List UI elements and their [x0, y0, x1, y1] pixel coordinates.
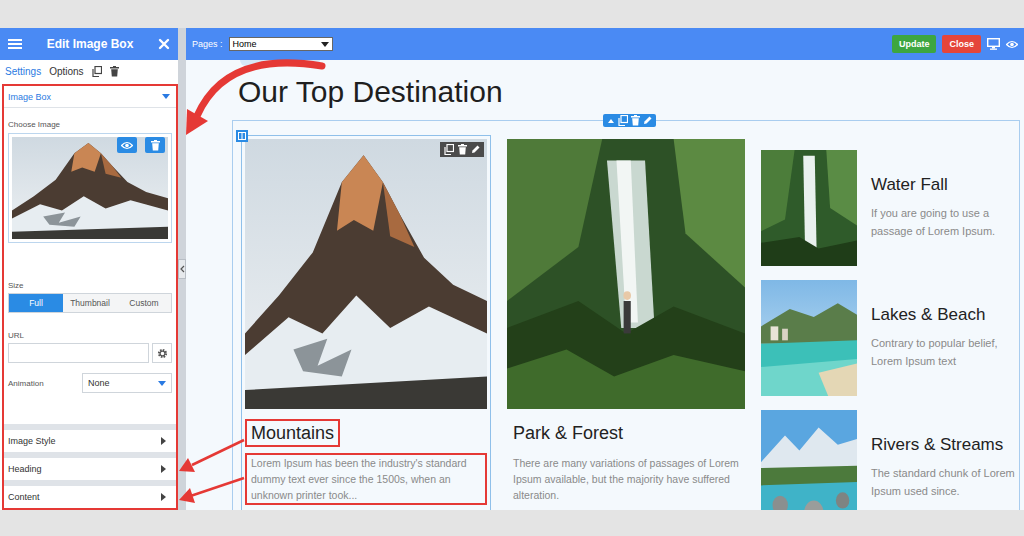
panel-divider	[178, 28, 186, 510]
editor-header: Edit Image Box	[0, 28, 178, 60]
page-value: Home	[233, 39, 257, 49]
page-heading: Our Top Destination	[238, 74, 1020, 110]
section-title: Heading	[8, 464, 42, 474]
caret-down-icon	[158, 381, 166, 386]
url-settings-button[interactable]	[152, 343, 172, 363]
caret-right-icon	[161, 437, 166, 445]
trash-icon[interactable]	[151, 140, 160, 151]
copy-icon[interactable]	[444, 144, 454, 155]
column-handle[interactable]	[236, 130, 248, 142]
close-icon[interactable]	[158, 38, 170, 50]
size-option[interactable]: Custom	[117, 294, 171, 312]
image-box-card[interactable]: Park & Forest There are many variations o…	[503, 135, 749, 510]
image-picker[interactable]	[8, 133, 172, 243]
section-title: Image Style	[8, 436, 56, 446]
caret-right-icon	[161, 465, 166, 473]
destination-title: Lakes & Beach	[871, 304, 1015, 326]
animation-select[interactable]: None	[82, 373, 172, 393]
caret-down-icon	[162, 94, 170, 99]
size-option[interactable]: Thumbnail	[63, 294, 117, 312]
section-header[interactable]: Content	[4, 486, 176, 508]
destination-text: Contrary to popular belief, Lorem Ipsum …	[871, 334, 1015, 370]
url-label: URL	[8, 331, 172, 340]
editor-tab[interactable]: Settings	[5, 66, 41, 77]
editor-tab[interactable]: Options	[49, 66, 83, 77]
destination-item[interactable]: Lakes & Beach Contrary to popular belief,…	[761, 280, 1019, 396]
animation-value: None	[88, 378, 110, 388]
destination-title: Water Fall	[871, 174, 1015, 196]
eye-icon[interactable]	[121, 141, 133, 150]
top-toolbar: Pages : Home Update Close	[186, 28, 1024, 60]
content-row: Mountains Lorem Ipsum has been the indust…	[232, 120, 1020, 510]
chevron-left-icon[interactable]	[180, 265, 185, 273]
trash-icon[interactable]	[458, 144, 467, 155]
image-box-card[interactable]: Mountains Lorem Ipsum has been the indust…	[241, 135, 491, 510]
destination-item[interactable]: Rivers & Streams The standard chunk of Lo…	[761, 410, 1019, 510]
trash-icon[interactable]	[631, 115, 640, 126]
destination-title: Rivers & Streams	[871, 434, 1015, 456]
section-title: Content	[8, 492, 40, 502]
eye-icon[interactable]	[1006, 40, 1018, 49]
page-canvas: Our Top Destination Mountains Lorem Ipsum …	[186, 60, 1024, 510]
section-handle	[240, 60, 320, 66]
destination-item[interactable]: Water Fall If you are going to use a pass…	[761, 150, 1019, 266]
move-up-icon[interactable]	[607, 115, 615, 126]
size-option[interactable]: Full	[9, 294, 63, 312]
destination-text: If you are going to use a passage of Lor…	[871, 204, 1015, 240]
section-header[interactable]: Image Style	[4, 430, 176, 452]
desktop-preview-icon[interactable]	[987, 38, 1000, 50]
lake-image	[761, 280, 857, 396]
editor-title: Edit Image Box	[47, 37, 134, 51]
annotation-arrows	[0, 0, 1024, 536]
size-label: Size	[8, 281, 172, 290]
settings-panel: Image Box Choose Image Size FullThumbnailCu…	[2, 84, 178, 510]
copy-icon[interactable]	[92, 66, 102, 77]
collapse-toggle[interactable]	[178, 259, 186, 279]
remove-image-button[interactable]	[145, 137, 165, 153]
caret-right-icon	[161, 493, 166, 501]
menu-icon[interactable]	[8, 38, 22, 50]
row-toolbar	[603, 114, 656, 127]
animation-label: Animation	[8, 379, 44, 388]
waterfall-image	[761, 150, 857, 266]
card-title: Park & Forest	[507, 419, 629, 447]
image-box-section-header[interactable]: Image Box	[4, 86, 176, 108]
editor-tabs: Settings Options	[0, 60, 178, 82]
copy-icon[interactable]	[618, 115, 628, 126]
editor-panel: Edit Image Box Settings Options Image Box Ch…	[0, 28, 178, 510]
section-title: Image Box	[8, 92, 51, 102]
mountains-image	[245, 139, 487, 409]
pages-label: Pages :	[192, 39, 223, 49]
edit-icon[interactable]	[471, 144, 480, 155]
gear-icon[interactable]	[157, 348, 168, 359]
caret-down-icon	[321, 42, 329, 47]
section-header[interactable]: Heading	[4, 458, 176, 480]
destination-text: The standard chunk of Lorem Ipsum used s…	[871, 464, 1015, 500]
toolbar-button[interactable]: Close	[942, 35, 981, 53]
side-list: Water Fall If you are going to use a pass…	[761, 135, 1019, 510]
edit-icon[interactable]	[643, 115, 652, 126]
columns-icon[interactable]	[238, 132, 246, 140]
card-text: There are many variations of passages of…	[507, 453, 745, 505]
preview-button[interactable]	[117, 137, 137, 153]
trash-icon[interactable]	[110, 66, 119, 77]
card-title: Mountains	[245, 419, 340, 447]
builder-main: Pages : Home Update Close Our Top Destinatio…	[186, 28, 1024, 510]
river-image	[761, 410, 857, 510]
size-selector: FullThumbnailCustom	[8, 293, 172, 313]
widget-toolbar	[440, 142, 484, 157]
choose-image-label: Choose Image	[8, 120, 172, 129]
page-select[interactable]: Home	[229, 37, 333, 51]
url-input[interactable]	[8, 343, 149, 363]
card-text: Lorem Ipsum has been the industry's stan…	[245, 453, 487, 505]
toolbar-button[interactable]: Update	[892, 35, 937, 53]
forest-image	[507, 139, 745, 409]
